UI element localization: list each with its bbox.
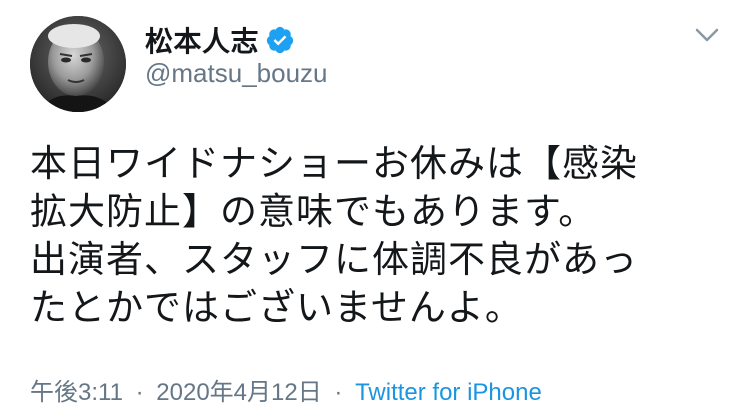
handle[interactable]: @matsu_bouzu: [145, 58, 328, 89]
tweet-line: 出演者、スタッフに体調不良があっ: [30, 238, 638, 281]
avatar-image: [30, 16, 126, 112]
tweet-line: たとかではございませんよ。: [30, 286, 523, 329]
author-name-row: 松本人志: [145, 20, 295, 60]
tweet-time[interactable]: 午後3:11: [30, 379, 123, 406]
verified-badge-icon: [265, 25, 295, 55]
avatar[interactable]: [30, 16, 126, 112]
chevron-down-icon[interactable]: [690, 22, 724, 48]
tweet-line: 拡大防止】の意味でもあります。: [30, 190, 597, 233]
tweet-line: 本日ワイドナショーお休みは【感染: [30, 142, 638, 185]
meta-separator: ·: [135, 379, 144, 406]
tweet-text: 本日ワイドナショーお休みは【感染 拡大防止】の意味でもあります。 出演者、スタッ…: [30, 140, 740, 332]
tweet-date[interactable]: 2020年4月12日: [156, 379, 321, 406]
tweet-meta: 午後3:11 · 2020年4月12日 · Twitter for iPhone: [30, 372, 542, 407]
meta-separator: ·: [334, 379, 343, 406]
tweet-source-link[interactable]: Twitter for iPhone: [355, 379, 542, 406]
display-name[interactable]: 松本人志: [145, 20, 259, 60]
